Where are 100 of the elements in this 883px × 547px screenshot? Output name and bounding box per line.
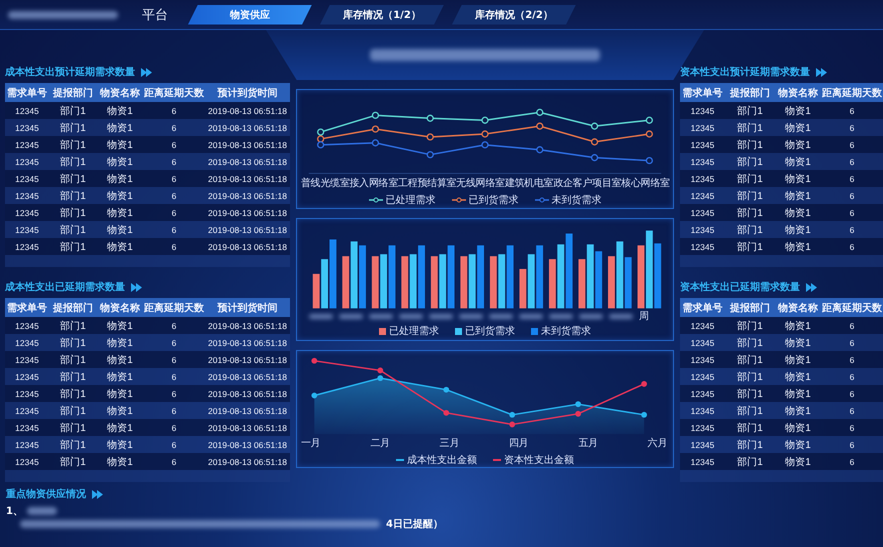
axis-label: 三月 — [440, 437, 460, 450]
blurred-text — [369, 314, 393, 318]
table-cell-text: 2019-08-13 06:51:18 — [207, 208, 288, 218]
column-header: 物资名称 — [98, 86, 141, 100]
table-cell-text: 部门1 — [736, 422, 764, 434]
table-cell-text: 12345 — [14, 174, 40, 184]
table-cell-text: 部门1 — [59, 206, 87, 220]
double-arrow-icon — [806, 282, 818, 292]
table-cell-text: 物资1 — [106, 456, 134, 468]
blurred-text — [609, 314, 633, 318]
legend-label: 已到货需求 — [465, 324, 515, 338]
table-cell-text: 物资1 — [106, 320, 134, 332]
table-cell-text: 2019-08-13 06:51:18 — [207, 156, 288, 166]
list-number: 1、 — [6, 504, 23, 518]
axis-label: 无线网络室 — [456, 176, 505, 190]
note-text: 4日已提醒） — [386, 518, 443, 530]
data-point — [443, 386, 450, 393]
table-cell-text: 2019-08-13 06:51:18 — [207, 338, 288, 348]
blurred-text — [26, 506, 57, 514]
blurred-text — [429, 314, 453, 318]
table-cell-text: 12345 — [14, 440, 40, 450]
column-header: 需求单号 — [682, 86, 724, 100]
table-cell-text: 12345 — [14, 224, 40, 234]
blurred-text — [519, 314, 543, 318]
table-cell-text: 部门1 — [59, 172, 87, 186]
axis-label: 接入网络室 — [350, 176, 398, 190]
table-cell-text: 物资1 — [784, 172, 812, 186]
data-point — [646, 116, 653, 124]
table-cell-text: 部门1 — [736, 404, 764, 418]
table-cell-text: 2019-08-13 06:51:18 — [207, 224, 288, 234]
table-cell-text: 12345 — [690, 422, 716, 432]
data-point — [575, 401, 582, 408]
table-cell-text: 12345 — [690, 224, 716, 234]
table-cell-text: 部门1 — [59, 336, 87, 350]
table-cell-text: 物资1 — [784, 354, 812, 366]
legend-label: 已到货需求 — [468, 194, 518, 207]
data-point — [372, 139, 380, 146]
section-title: 重点物资供应情况 — [6, 487, 86, 501]
table-cell-text: 6 — [170, 422, 178, 432]
table-cell-text: 物资1 — [784, 240, 812, 254]
table-cell-text: 物资1 — [106, 438, 134, 452]
data-point — [641, 412, 647, 418]
double-arrow-icon — [92, 490, 104, 498]
table-cell-text: 部门1 — [736, 438, 764, 452]
nav-tab[interactable]: 物资供应 — [188, 4, 312, 24]
table-cell-text: 2019-08-13 06:51:18 — [207, 456, 288, 466]
table-cell-text: 部门1 — [59, 138, 87, 152]
table-cell-text: 12345 — [14, 354, 40, 364]
table-cell-text: 部门1 — [736, 224, 764, 236]
data-point — [311, 358, 318, 364]
nav-tab[interactable]: 库存情况（2/2） — [452, 4, 576, 24]
data-point — [646, 157, 653, 164]
section-title: 成本性支出预计延期需求数量 — [5, 66, 135, 79]
data-point — [426, 114, 434, 122]
table-cell-text: 6 — [848, 388, 856, 398]
table-cell-text: 12345 — [14, 422, 40, 432]
blurred-text — [459, 314, 483, 318]
table-cell-text: 6 — [170, 140, 178, 150]
table-cell-text: 12345 — [690, 456, 716, 466]
data-point — [372, 112, 380, 119]
table-cell-text: 物资1 — [784, 438, 812, 452]
data-point — [509, 422, 516, 428]
table-cell-text: 6 — [170, 224, 178, 234]
table-cell-text: 物资1 — [784, 320, 812, 332]
table-cell-text: 12345 — [690, 174, 716, 184]
axis-label: 普线光缆室 — [301, 176, 350, 190]
column-header: 距离延期天数 — [821, 301, 883, 314]
table-cell-text: 6 — [848, 422, 856, 432]
column-header: 物资名称 — [776, 302, 819, 314]
column-header: 预计到货时间 — [216, 86, 278, 100]
table-cell-text: 2019-08-13 06:51:18 — [207, 372, 288, 382]
table-cell-text: 部门1 — [59, 320, 87, 332]
table-cell-text: 部门1 — [736, 388, 764, 400]
axis-label: 一月 — [301, 437, 320, 450]
table-cell-text: 12345 — [690, 208, 716, 218]
nav-tab[interactable]: 库存情况（1/2） — [320, 4, 444, 24]
table-cell-text: 6 — [848, 140, 856, 150]
column-header: 需求单号 — [6, 86, 48, 100]
column-header: 需求单号 — [682, 302, 724, 314]
table-cell-text: 6 — [170, 208, 178, 218]
table-cell-text: 6 — [170, 388, 178, 398]
data-point — [509, 412, 516, 418]
table-cell-text: 物资1 — [106, 122, 134, 134]
table-cell-text: 12345 — [690, 122, 716, 132]
table-cell-text: 部门1 — [736, 320, 764, 332]
axis-label: 周 — [639, 310, 649, 323]
axis-label: 五月 — [578, 437, 598, 450]
table-cell-text: 12345 — [14, 320, 40, 330]
column-header: 物资名称 — [776, 86, 819, 100]
table-cell-text: 部门1 — [736, 206, 764, 220]
data-point — [536, 146, 544, 154]
axis-label: 四月 — [508, 437, 528, 450]
table-cell-text: 6 — [170, 406, 178, 416]
data-point — [590, 122, 598, 130]
table-cell-text: 物资1 — [784, 138, 812, 152]
app-title: 平台 — [142, 6, 168, 24]
axis-label: 二月 — [370, 437, 390, 450]
table-cell-text: 6 — [848, 174, 856, 184]
table-cell-text: 部门1 — [59, 422, 87, 434]
blurred-text — [309, 314, 333, 318]
